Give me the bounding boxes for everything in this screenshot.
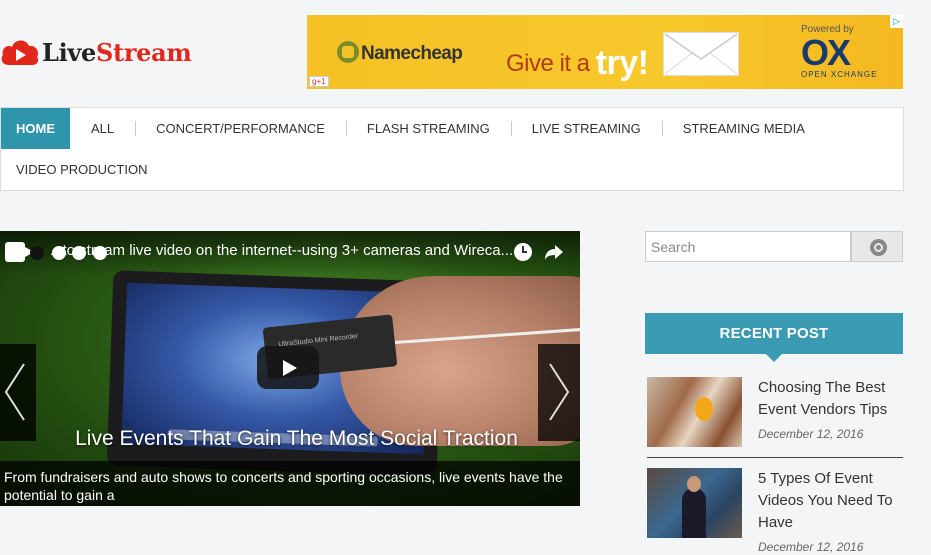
nav-item-concert-performance[interactable]: CONCERT/PERFORMANCE (135, 108, 346, 149)
post-divider (647, 457, 903, 458)
nav-item-all[interactable]: ALL (70, 108, 135, 149)
thumbnail-person (682, 488, 706, 538)
cloud-play-icon (0, 35, 40, 69)
post-thumbnail[interactable] (647, 377, 742, 447)
ad-partner-logo: OX (801, 32, 851, 73)
play-icon[interactable] (257, 346, 319, 389)
search-button[interactable] (851, 231, 903, 262)
main-navigation: HOME ALL CONCERT/PERFORMANCE FLASH STREA… (0, 107, 904, 191)
recent-post-heading: RECENT POST (645, 313, 903, 362)
nav-item-live-streaming[interactable]: LIVE STREAMING (510, 108, 662, 149)
ad-headline-emphasis: try! (595, 44, 649, 82)
post-date: December 12, 2016 (758, 540, 864, 554)
site-name: LiveStream (42, 38, 192, 67)
nav-item-video-production[interactable]: VIDEO PRODUCTION (1, 149, 162, 190)
nav-row-2: VIDEO PRODUCTION (1, 149, 903, 190)
search-icon (870, 239, 887, 256)
post-thumbnail[interactable] (647, 468, 742, 538)
ad-advertiser: Namecheap (361, 43, 463, 64)
nav-item-home[interactable]: HOME (1, 108, 70, 149)
search-form (645, 231, 903, 262)
thumbnail-head (687, 476, 701, 492)
featured-slider[interactable]: UltraStudio Mini Recorder ...to stream l… (0, 231, 580, 506)
post-date: December 12, 2016 (758, 427, 864, 441)
search-input[interactable] (645, 231, 851, 262)
post-title[interactable]: Choosing The Best Event Vendors Tips (758, 377, 903, 421)
site-name-part2: Stream (96, 37, 192, 67)
share-icon[interactable] (544, 243, 564, 261)
ad-banner[interactable]: Namecheap Give it a try! Powered by OX O… (307, 15, 903, 89)
video-title[interactable]: ...to stream live video on the internet-… (50, 242, 513, 259)
loading-dot (30, 246, 44, 260)
post-title[interactable]: 5 Types Of Event Videos You Need To Have (758, 468, 903, 534)
thumbnail-object (695, 397, 713, 421)
ad-partner-sub: OPEN XCHANGE (801, 70, 878, 79)
namecheap-logo-icon (337, 41, 359, 63)
clock-icon[interactable] (514, 243, 532, 261)
ad-headline: Give it a try! (506, 41, 649, 82)
video-camera-icon[interactable] (5, 242, 34, 262)
slide-description: From fundraisers and auto shows to conce… (0, 461, 580, 506)
gplus-button[interactable]: g+1 (309, 76, 329, 87)
adchoices-icon[interactable]: ▷ (890, 15, 903, 28)
ad-headline-text: Give it a (506, 50, 590, 77)
envelope-icon (663, 32, 739, 76)
site-name-part1: Live (42, 37, 97, 67)
nav-item-streaming-media[interactable]: STREAMING MEDIA (661, 108, 826, 149)
nav-item-flash-streaming[interactable]: FLASH STREAMING (345, 108, 511, 149)
site-logo[interactable]: LiveStream (0, 34, 192, 70)
slide-caption[interactable]: Live Events That Gain The Most Social Tr… (0, 427, 580, 451)
nav-row-1: HOME ALL CONCERT/PERFORMANCE FLASH STREA… (1, 108, 903, 149)
